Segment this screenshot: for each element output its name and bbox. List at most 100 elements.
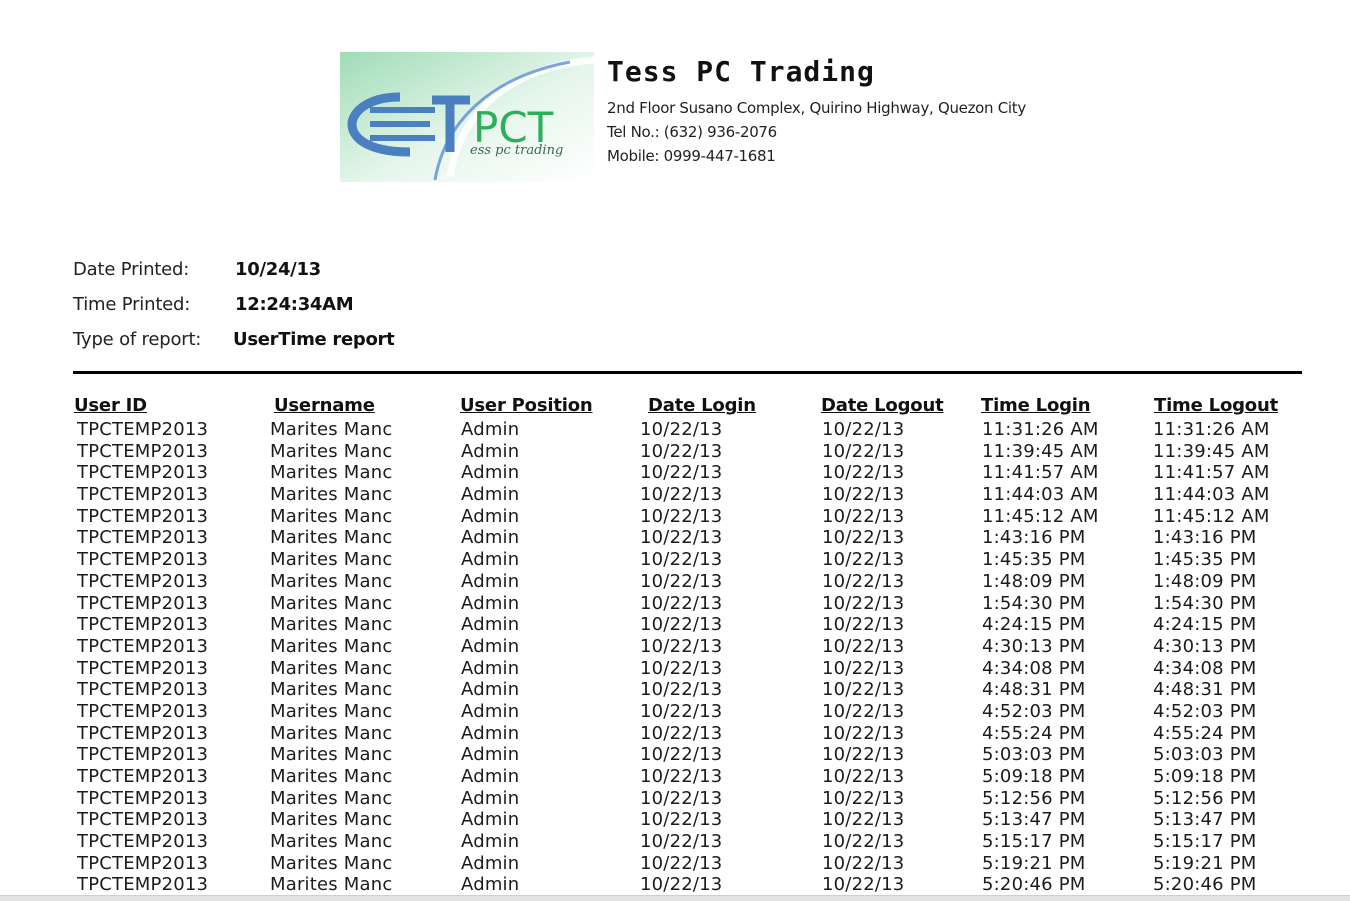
cell-date-logout: 10/22/13: [822, 766, 905, 787]
cell-date-login: 10/22/13: [640, 809, 723, 831]
table-row: TPCTEMP2013 Marites Manc Admin 10/22/13 10/2…: [0, 636, 1350, 658]
cell-user-id: TPCTEMP2013: [77, 809, 209, 831]
report-type-value: UserTime report: [233, 329, 395, 350]
cell-username: Marites Manc: [270, 570, 393, 592]
cell-time-logout: 1:43:16 PM: [1153, 527, 1257, 549]
cell-time-login: 5:03:03 PM: [982, 744, 1086, 766]
cell-time-login: 1:43:16 PM: [982, 527, 1086, 549]
header-time-logout: Time Logout: [1154, 395, 1278, 416]
cell-user-position: Admin: [461, 657, 520, 679]
cell-date-login: 10/22/13: [640, 700, 723, 722]
company-address: 2nd Floor Susano Complex, Quirino Highwa…: [607, 99, 1026, 117]
company-mobile: Mobile: 0999-447-1681: [607, 147, 776, 165]
cell-date-logout: 10/22/13: [822, 484, 905, 506]
cell-user-position: Admin: [461, 766, 520, 787]
cell-date-logout: 10/22/13: [822, 679, 905, 701]
cell-time-login: 11:45:12 AM: [982, 505, 1099, 527]
cell-date-login: 10/22/13: [640, 852, 723, 874]
table-row: TPCTEMP2013 Marites Manc Admin 10/22/13 10/2…: [0, 506, 1350, 528]
cell-time-login: 4:48:31 PM: [982, 679, 1086, 701]
cell-username: Marites Manc: [270, 787, 393, 809]
cell-date-logout: 10/22/13: [822, 527, 905, 549]
table-row: TPCTEMP2013 Marites Manc Admin 10/22/13 10/2…: [0, 527, 1350, 549]
cell-user-id: TPCTEMP2013: [77, 462, 209, 484]
cell-date-login: 10/22/13: [640, 635, 723, 657]
cell-date-logout: 10/22/13: [822, 462, 905, 484]
cell-time-logout: 1:54:30 PM: [1153, 592, 1257, 614]
cell-time-logout: 5:19:21 PM: [1153, 852, 1257, 874]
cell-username: Marites Manc: [270, 831, 393, 853]
cell-user-id: TPCTEMP2013: [77, 744, 209, 766]
cell-date-logout: 10/22/13: [822, 570, 905, 592]
cell-time-login: 4:34:08 PM: [982, 657, 1086, 679]
page-bottom-edge: [0, 895, 1350, 901]
cell-time-login: 11:44:03 AM: [982, 484, 1099, 506]
cell-date-login: 10/22/13: [640, 549, 723, 571]
cell-date-login: 10/22/13: [640, 679, 723, 701]
table-row: TPCTEMP2013 Marites Manc Admin 10/22/13 10/2…: [0, 462, 1350, 484]
cell-date-login: 10/22/13: [640, 505, 723, 527]
cell-time-login: 5:15:17 PM: [982, 831, 1086, 853]
cell-user-position: Admin: [461, 440, 520, 462]
cell-time-login: 11:31:26 AM: [982, 419, 1099, 440]
cell-time-logout: 5:09:18 PM: [1153, 766, 1257, 787]
cell-time-logout: 5:20:46 PM: [1153, 874, 1257, 896]
time-printed-label: Time Printed:: [73, 294, 191, 315]
cell-time-logout: 5:03:03 PM: [1153, 744, 1257, 766]
cell-username: Marites Manc: [270, 874, 393, 896]
cell-username: Marites Manc: [270, 722, 393, 744]
cell-user-id: TPCTEMP2013: [77, 766, 209, 787]
cell-user-position: Admin: [461, 527, 520, 549]
table-row: TPCTEMP2013 Marites Manc Admin 10/22/13 10/2…: [0, 571, 1350, 593]
table-row: TPCTEMP2013 Marites Manc Admin 10/22/13 10/2…: [0, 853, 1350, 875]
logo-tagline: ess pc trading: [470, 143, 563, 158]
company-tel: Tel No.: (632) 936-2076: [607, 123, 777, 141]
cell-time-login: 5:13:47 PM: [982, 809, 1086, 831]
header-user-position: User Position: [460, 395, 593, 416]
cell-time-logout: 11:45:12 AM: [1153, 505, 1270, 527]
cell-date-login: 10/22/13: [640, 874, 723, 896]
table-row: TPCTEMP2013 Marites Manc Admin 10/22/13 10/2…: [0, 723, 1350, 745]
meta-time-row: Time Printed: 12:24:34AM: [73, 287, 394, 322]
cell-time-logout: 11:31:26 AM: [1153, 419, 1270, 440]
cell-user-position: Admin: [461, 831, 520, 853]
cell-user-position: Admin: [461, 592, 520, 614]
cell-username: Marites Manc: [270, 766, 393, 787]
cell-date-login: 10/22/13: [640, 592, 723, 614]
cell-date-logout: 10/22/13: [822, 657, 905, 679]
cell-user-id: TPCTEMP2013: [77, 570, 209, 592]
cell-date-logout: 10/22/13: [822, 874, 905, 896]
company-name: Tess PC Trading: [607, 55, 875, 88]
cell-time-logout: 5:13:47 PM: [1153, 809, 1257, 831]
cell-time-logout: 4:48:31 PM: [1153, 679, 1257, 701]
table-row: TPCTEMP2013 Marites Manc Admin 10/22/13 10/2…: [0, 549, 1350, 571]
cell-user-position: Admin: [461, 570, 520, 592]
meta-date-row: Date Printed: 10/24/13: [73, 252, 394, 287]
cell-date-logout: 10/22/13: [822, 809, 905, 831]
cell-username: Marites Manc: [270, 700, 393, 722]
cell-user-position: Admin: [461, 419, 520, 440]
cell-username: Marites Manc: [270, 657, 393, 679]
cell-user-id: TPCTEMP2013: [77, 484, 209, 506]
cell-time-login: 5:19:21 PM: [982, 852, 1086, 874]
cell-user-position: Admin: [461, 744, 520, 766]
cell-user-id: TPCTEMP2013: [77, 440, 209, 462]
cell-time-logout: 11:41:57 AM: [1153, 462, 1270, 484]
date-printed-label: Date Printed:: [73, 259, 190, 280]
cell-time-logout: 5:15:17 PM: [1153, 831, 1257, 853]
table-header: User ID Username User Position Date Logi…: [0, 395, 1350, 419]
cell-user-id: TPCTEMP2013: [77, 419, 209, 440]
cell-user-id: TPCTEMP2013: [77, 700, 209, 722]
meta-type-row: Type of report: UserTime report: [73, 322, 395, 357]
cell-date-login: 10/22/13: [640, 484, 723, 506]
table-row: TPCTEMP2013 Marites Manc Admin 10/22/13 10/2…: [0, 831, 1350, 853]
cell-user-position: Admin: [461, 700, 520, 722]
cell-date-logout: 10/22/13: [822, 831, 905, 853]
cell-time-logout: 11:44:03 AM: [1153, 484, 1270, 506]
cell-date-logout: 10/22/13: [822, 505, 905, 527]
table-row: TPCTEMP2013 Marites Manc Admin 10/22/13 10/2…: [0, 701, 1350, 723]
company-info: Tess PC Trading 2nd Floor Susano Complex…: [607, 56, 1026, 168]
date-printed-value: 10/24/13: [235, 259, 321, 280]
cell-date-logout: 10/22/13: [822, 787, 905, 809]
report-page: PCT ess pc trading Tess PC Trading 2nd F…: [0, 0, 1350, 901]
